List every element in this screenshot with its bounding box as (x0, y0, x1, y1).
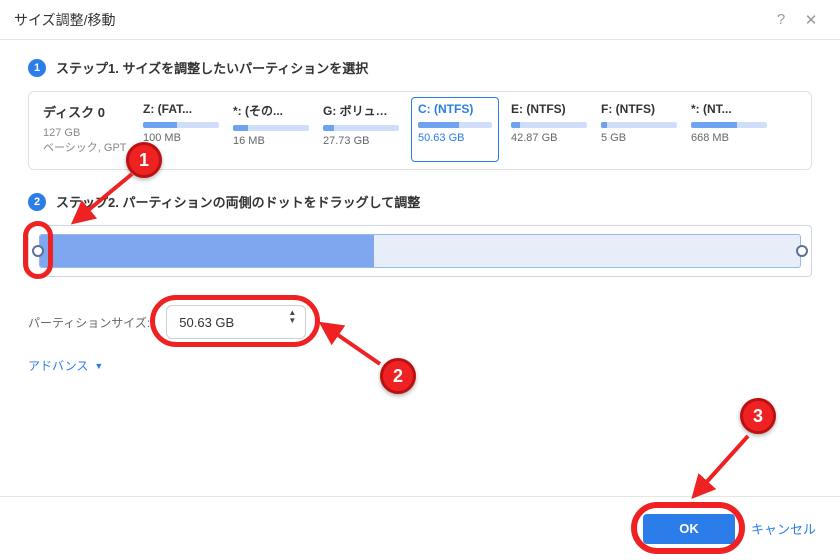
disk-info: ディスク 0 127 GB ベーシック, GPT (43, 102, 129, 155)
ok-button[interactable]: OK (643, 514, 735, 544)
partition-label: E: (NTFS) (511, 102, 587, 116)
resize-track (28, 225, 812, 277)
partition-size-row: パーティションサイズ: 50.63 GB ▲▼ (28, 305, 812, 339)
partition-item[interactable]: E: (NTFS) 42.87 GB (511, 102, 587, 155)
drag-handle-left[interactable] (32, 245, 44, 257)
partition-label: Z: (FAT... (143, 102, 219, 116)
partition-label: G: ボリューム(... (323, 102, 399, 119)
step1-header: 1 ステップ1. サイズを調整したいパーティションを選択 (28, 58, 812, 77)
partition-item[interactable]: *: (その... 16 MB (233, 102, 309, 155)
disk-panel: ディスク 0 127 GB ベーシック, GPT Z: (FAT... 100 M… (28, 91, 812, 170)
partition-item[interactable]: G: ボリューム(... 27.73 GB (323, 102, 399, 155)
chevron-down-icon: ▼ (94, 361, 103, 371)
step2-header: 2 ステップ2. パーティションの両側のドットをドラッグして調整 (28, 192, 812, 211)
resize-fill (40, 235, 374, 267)
footer: OK キャンセル (0, 496, 840, 560)
partition-item[interactable]: Z: (FAT... 100 MB (143, 102, 219, 155)
partition-size: 668 MB (691, 132, 767, 144)
partition-label: F: (NTFS) (601, 102, 677, 116)
partition-item[interactable]: F: (NTFS) 5 GB (601, 102, 677, 155)
disk-size: 127 GB (43, 127, 129, 139)
titlebar: サイズ調整/移動 ? ✕ (0, 0, 840, 40)
partition-usage-bar (601, 122, 677, 128)
partition-size-input[interactable]: 50.63 GB (166, 305, 306, 339)
disk-name: ディスク 0 (43, 102, 129, 121)
step2-badge: 2 (28, 193, 46, 211)
partition-label: C: (NTFS) (418, 102, 492, 116)
partition-usage-bar (691, 122, 767, 128)
step2-label: ステップ2. パーティションの両側のドットをドラッグして調整 (56, 192, 420, 211)
partition-item[interactable]: *: (NT... 668 MB (691, 102, 767, 155)
partition-size-label: パーティションサイズ: (28, 314, 150, 331)
partition-usage-bar (323, 125, 399, 131)
partition-item[interactable]: C: (NTFS) 50.63 GB (411, 97, 499, 162)
partition-usage-bar (418, 122, 492, 128)
advanced-toggle[interactable]: アドバンス ▼ (28, 357, 812, 374)
close-icon[interactable]: ✕ (796, 5, 826, 35)
partition-label: *: (その... (233, 102, 309, 119)
partition-size: 100 MB (143, 132, 219, 144)
partition-usage-bar (511, 122, 587, 128)
partition-usage-bar (143, 122, 219, 128)
partition-size: 27.73 GB (323, 135, 399, 147)
window-title: サイズ調整/移動 (14, 10, 115, 30)
partition-usage-bar (233, 125, 309, 131)
advanced-label: アドバンス (28, 357, 88, 374)
partition-size: 42.87 GB (511, 132, 587, 144)
drag-handle-right[interactable] (796, 245, 808, 257)
partition-size-value: 50.63 GB (179, 315, 234, 330)
partition-size: 50.63 GB (418, 132, 492, 144)
partition-size: 5 GB (601, 132, 677, 144)
step1-label: ステップ1. サイズを調整したいパーティションを選択 (56, 58, 368, 77)
step1-badge: 1 (28, 59, 46, 77)
disk-type: ベーシック, GPT (43, 139, 129, 155)
cancel-button[interactable]: キャンセル (751, 519, 816, 538)
partition-label: *: (NT... (691, 102, 767, 116)
stepper-icon[interactable]: ▲▼ (288, 309, 296, 325)
partition-size: 16 MB (233, 135, 309, 147)
help-icon[interactable]: ? (766, 5, 796, 35)
